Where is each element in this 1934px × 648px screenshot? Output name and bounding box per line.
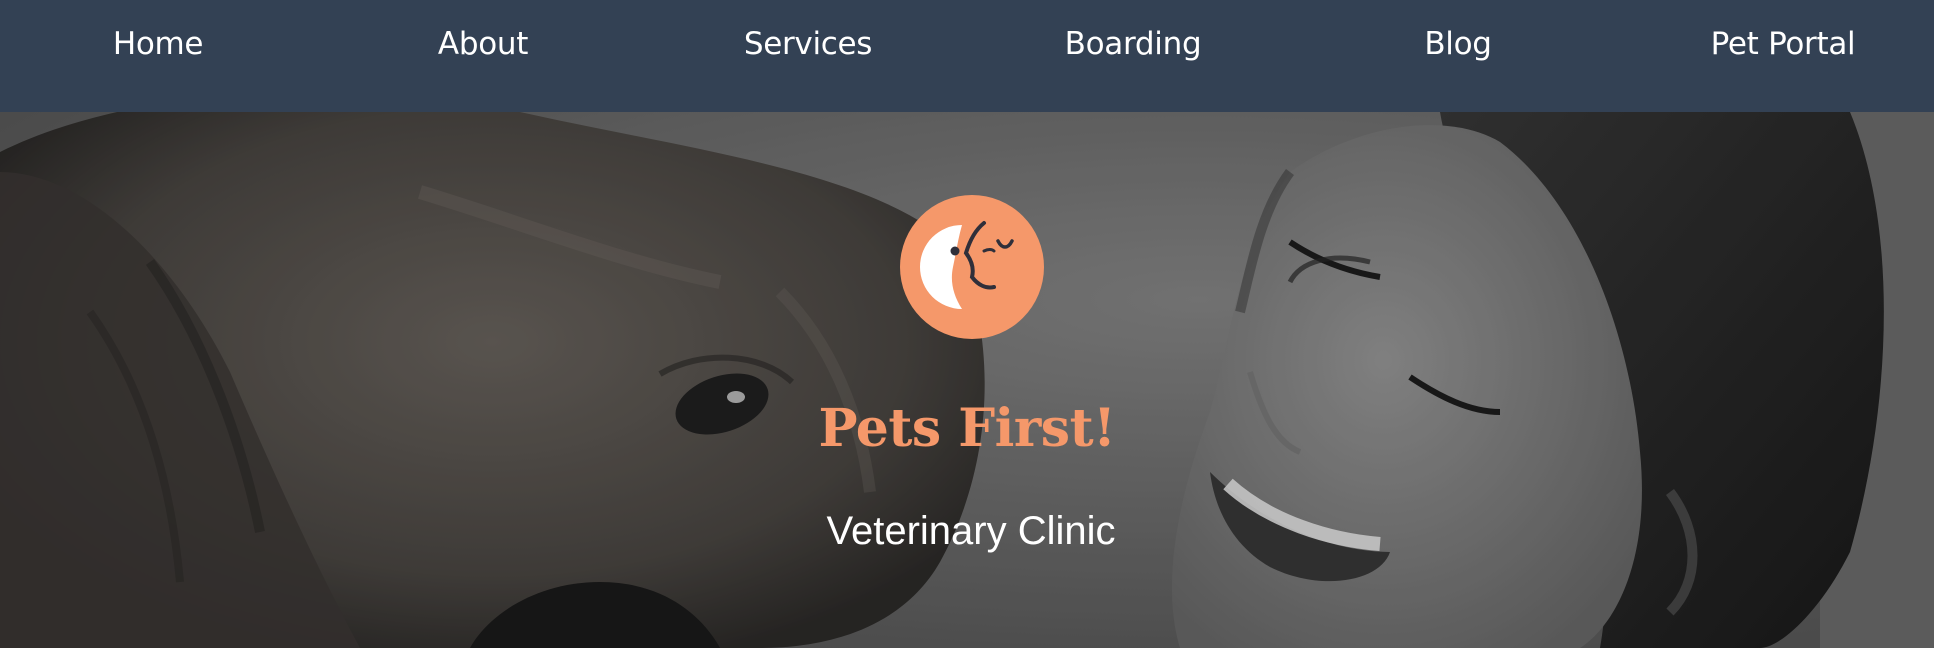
nav-item-about[interactable]: About	[438, 22, 528, 66]
nav-item-boarding[interactable]: Boarding	[1065, 22, 1202, 66]
pet-and-human-face-icon	[900, 195, 1044, 339]
nav-item-blog[interactable]: Blog	[1424, 22, 1492, 66]
top-navigation: Home About Services Boarding Blog Pet Po…	[0, 0, 1934, 112]
hero-background-photo	[0, 112, 1934, 648]
nav-item-home[interactable]: Home	[113, 22, 204, 66]
nav-item-pet-portal[interactable]: Pet Portal	[1711, 22, 1856, 66]
brand-tagline: Veterinary Clinic	[826, 509, 1116, 553]
brand-title: Pets First!	[818, 398, 1116, 459]
nav-item-services[interactable]: Services	[744, 22, 873, 66]
hero-banner: Pets First! Veterinary Clinic	[0, 112, 1934, 648]
